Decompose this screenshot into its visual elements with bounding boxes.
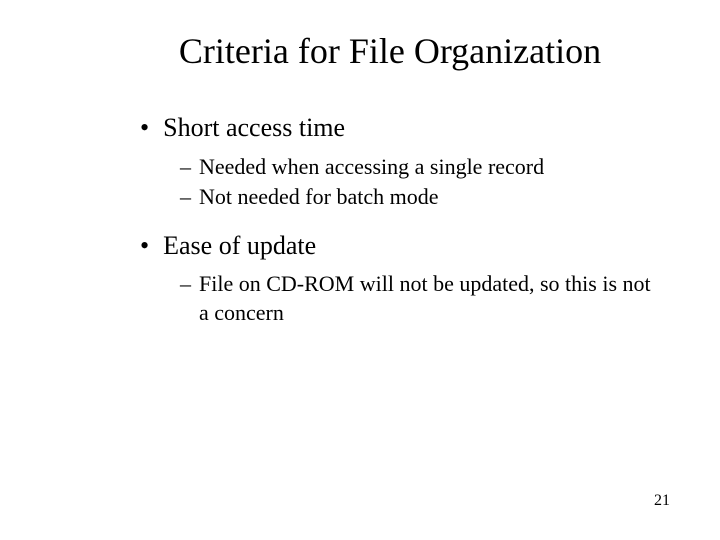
sub-item: – Needed when accessing a single record (180, 153, 670, 182)
sub-items: – Needed when accessing a single record … (180, 153, 670, 212)
slide-title: Criteria for File Organization (110, 30, 670, 72)
bullet-item: • Ease of update (140, 230, 670, 263)
sub-text: Needed when accessing a single record (199, 153, 544, 182)
dash-marker: – (180, 183, 191, 212)
sub-text: Not needed for batch mode (199, 183, 438, 212)
slide-content: • Short access time – Needed when access… (140, 112, 670, 327)
bullet-text: Short access time (163, 112, 345, 145)
dash-marker: – (180, 153, 191, 182)
bullet-text: Ease of update (163, 230, 316, 263)
bullet-marker: • (140, 230, 149, 261)
sub-item: – Not needed for batch mode (180, 183, 670, 212)
dash-marker: – (180, 270, 191, 299)
bullet-item: • Short access time (140, 112, 670, 145)
bullet-marker: • (140, 112, 149, 143)
sub-item: – File on CD-ROM will not be updated, so… (180, 270, 670, 327)
page-number: 21 (654, 492, 670, 510)
sub-items: – File on CD-ROM will not be updated, so… (180, 270, 670, 327)
sub-text: File on CD-ROM will not be updated, so t… (199, 270, 659, 327)
